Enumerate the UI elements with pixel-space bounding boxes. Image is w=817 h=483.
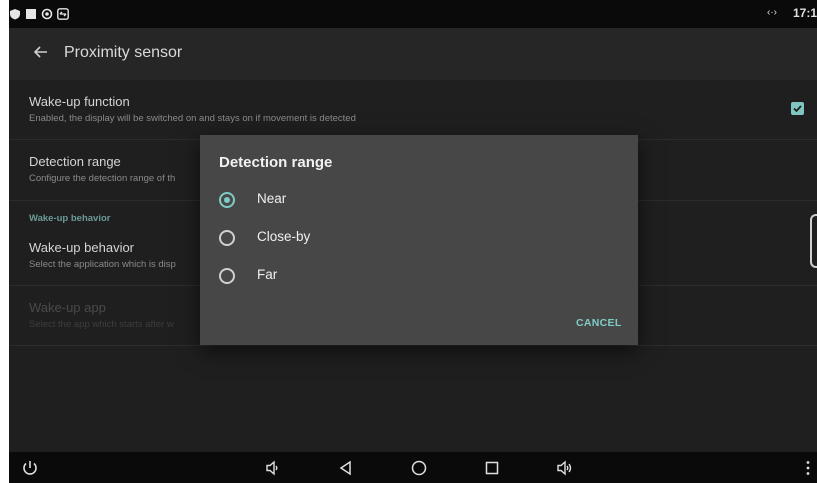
volume-up-icon[interactable] xyxy=(556,459,574,477)
section-header: Wake-up behavior xyxy=(29,213,111,224)
divider xyxy=(9,345,817,346)
pref-title: Wake-up function xyxy=(29,94,130,109)
remote-icon xyxy=(57,8,69,20)
radio-button[interactable] xyxy=(219,268,235,284)
recents-icon[interactable] xyxy=(483,459,501,477)
option-label: Far xyxy=(257,267,278,282)
option-near[interactable]: Near xyxy=(219,185,519,215)
volume-down-icon[interactable] xyxy=(264,459,282,477)
app-bar: Proximity sensor xyxy=(9,28,817,80)
arrow-left-icon[interactable] xyxy=(31,42,51,62)
radio-button[interactable] xyxy=(219,230,235,246)
shield-icon xyxy=(10,9,20,20)
dialog-title: Detection range xyxy=(219,154,333,171)
home-icon[interactable] xyxy=(410,459,428,477)
eye-icon xyxy=(41,8,53,20)
page-title: Proximity sensor xyxy=(64,44,183,61)
pref-title: Detection range xyxy=(29,154,121,169)
option-label: Near xyxy=(257,191,287,206)
check-icon xyxy=(793,105,802,113)
option-close-by[interactable]: Close-by xyxy=(219,223,519,253)
screen: ‹·› 17:1 Proximity sensor Wake-up functi… xyxy=(9,0,817,483)
edge-panel-handle[interactable] xyxy=(810,214,817,268)
power-icon[interactable] xyxy=(21,459,39,477)
status-bar: ‹·› 17:1 xyxy=(9,0,817,28)
pref-title: Wake-up app xyxy=(29,300,106,315)
wakeup-function-checkbox[interactable] xyxy=(791,102,804,115)
cancel-button[interactable]: CANCEL xyxy=(576,317,622,329)
sync-icon: ‹·› xyxy=(767,7,777,18)
pref-summary: Enabled, the display will be switched on… xyxy=(29,113,356,124)
back-icon[interactable] xyxy=(337,459,355,477)
detection-range-dialog: Detection range Near Close-by Far CANCEL xyxy=(200,135,638,345)
option-label: Close-by xyxy=(257,229,311,244)
radio-button-checked[interactable] xyxy=(219,192,235,208)
pref-wakeup-function[interactable]: Wake-up function Enabled, the display wi… xyxy=(9,80,817,140)
pref-summary: Configure the detection range of th xyxy=(29,173,176,184)
option-far[interactable]: Far xyxy=(219,261,519,291)
navigation-bar xyxy=(9,452,817,483)
square-icon xyxy=(26,9,36,19)
pref-summary: Select the application which is disp xyxy=(29,259,176,270)
clock: 17:1 xyxy=(793,6,817,20)
pref-summary: Select the app which starts after w xyxy=(29,319,174,330)
more-icon[interactable] xyxy=(799,459,817,477)
pref-title: Wake-up behavior xyxy=(29,240,135,255)
